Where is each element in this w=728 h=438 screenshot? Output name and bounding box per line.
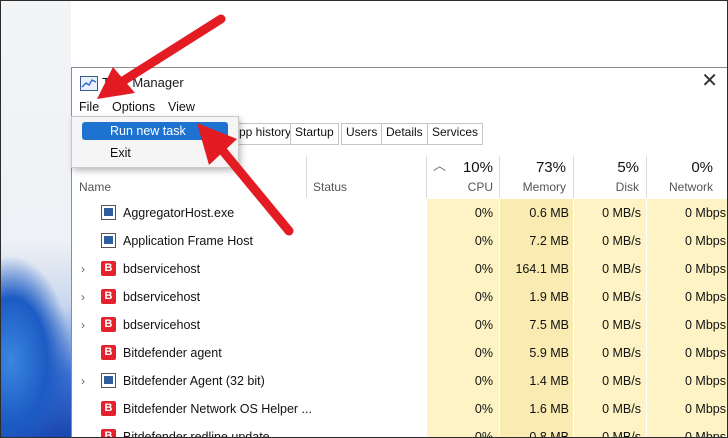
annotation-arrows — [97, 14, 294, 236]
screenshot-frame: Task Manager ✕ File Options View App his… — [0, 0, 728, 438]
red-arrow-icon — [197, 123, 294, 236]
red-arrow-icon — [97, 14, 226, 99]
